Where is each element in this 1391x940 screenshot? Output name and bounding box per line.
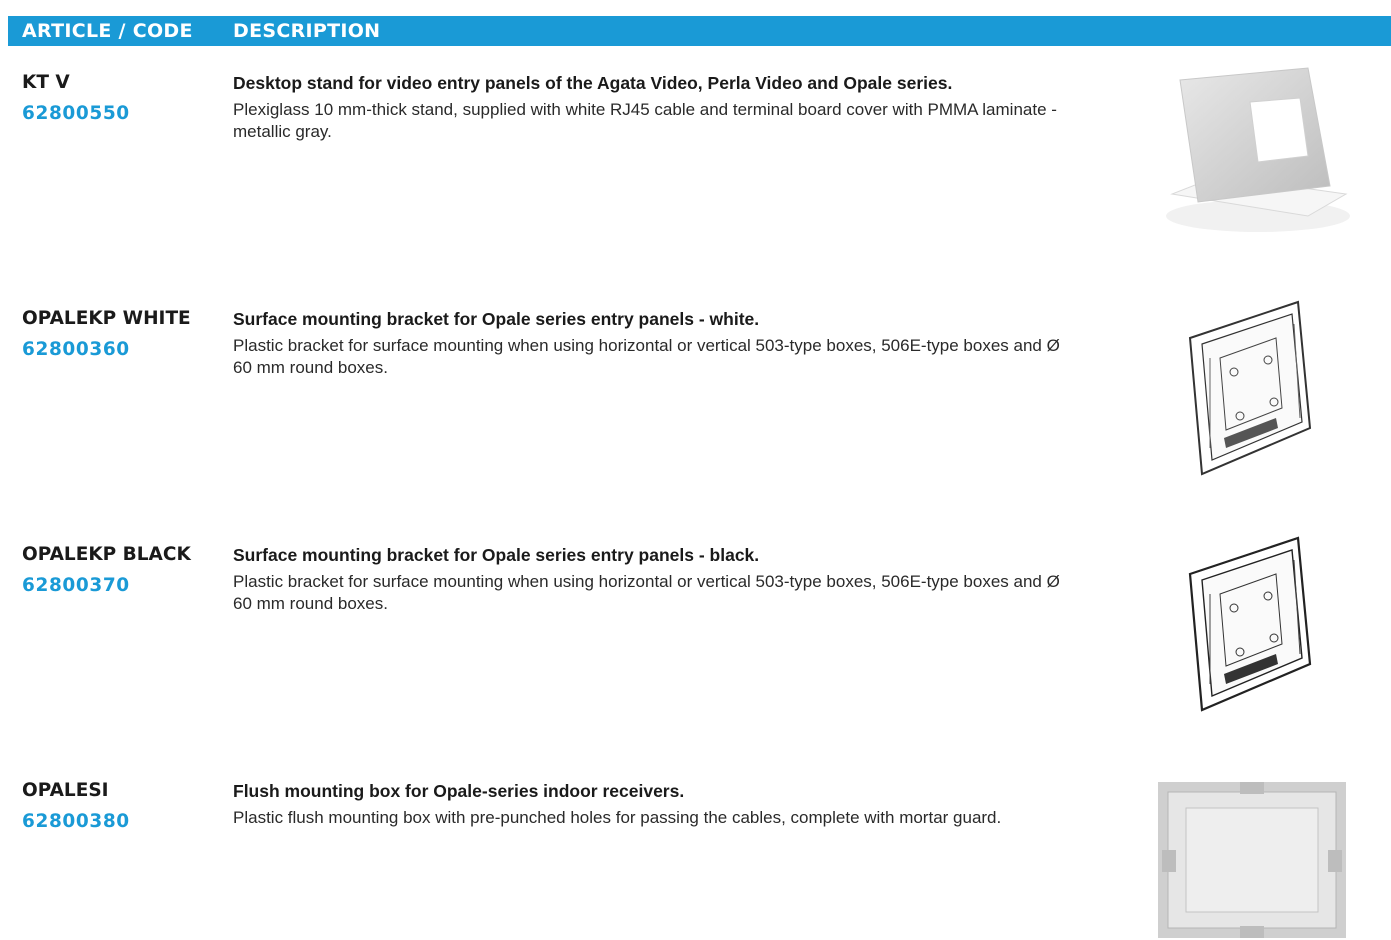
article-name: OPALEKP WHITE	[22, 308, 191, 329]
header-article-code: ARTICLE / CODE	[22, 20, 193, 42]
description-title: Surface mounting bracket for Opale serie…	[233, 309, 760, 329]
description: Surface mounting bracket for Opale serie…	[233, 544, 1063, 615]
description: Flush mounting box for Opale-series indo…	[233, 780, 1063, 829]
description: Surface mounting bracket for Opale serie…	[233, 308, 1063, 379]
description-title: Surface mounting bracket for Opale serie…	[233, 545, 760, 565]
article-code: 62800550	[22, 103, 130, 124]
article-code: 62800360	[22, 339, 130, 360]
flush-box-image	[1158, 782, 1346, 938]
header-description: DESCRIPTION	[233, 20, 381, 42]
black-bracket-image	[1188, 536, 1312, 712]
table-header: ARTICLE / CODE DESCRIPTION	[8, 16, 1391, 46]
description-body: Plastic bracket for surface mounting whe…	[233, 572, 1060, 613]
article-name: OPALEKP BLACK	[22, 544, 191, 565]
description-title: Flush mounting box for Opale-series indo…	[233, 781, 685, 801]
description-body: Plastic flush mounting box with pre-punc…	[233, 808, 1002, 827]
description-title: Desktop stand for video entry panels of …	[233, 73, 953, 93]
article-name: KT V	[22, 72, 70, 93]
description-body: Plastic bracket for surface mounting whe…	[233, 336, 1060, 377]
article-code: 62800380	[22, 811, 130, 832]
white-bracket-image	[1188, 300, 1312, 476]
description-body: Plexiglass 10 mm-thick stand, supplied w…	[233, 100, 1057, 141]
desktop-stand-image	[1166, 67, 1350, 232]
description: Desktop stand for video entry panels of …	[233, 72, 1063, 143]
article-code: 62800370	[22, 575, 130, 596]
article-name: OPALESI	[22, 780, 109, 801]
